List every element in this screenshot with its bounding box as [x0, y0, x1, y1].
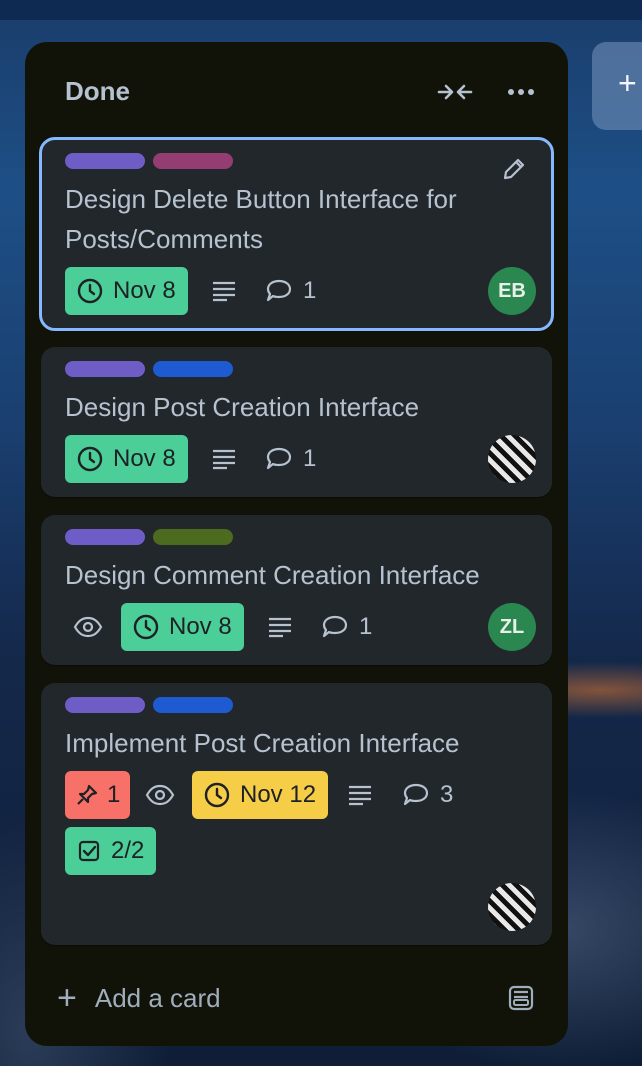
- label-magenta[interactable]: [153, 153, 233, 169]
- comment-icon: [266, 447, 292, 470]
- checklist-badge[interactable]: 2/2: [65, 827, 157, 875]
- card-badges: Nov 8 1: [65, 435, 525, 483]
- checklist-icon: [78, 840, 100, 862]
- due-date-text: Nov 8: [169, 613, 232, 640]
- card[interactable]: Design Post Creation Interface Nov 8 1: [41, 347, 552, 497]
- description-icon: [213, 449, 235, 470]
- priority-badge[interactable]: 1: [65, 771, 131, 819]
- card-badges-row2: 2/2: [65, 827, 265, 875]
- due-date-badge[interactable]: Nov 12: [192, 771, 329, 819]
- comment-count: 1: [303, 445, 317, 472]
- avatar[interactable]: [488, 435, 536, 483]
- priority-pin-icon: [77, 784, 98, 805]
- label-olive[interactable]: [153, 529, 233, 545]
- comment-icon: [403, 783, 429, 806]
- label-purple[interactable]: [65, 697, 145, 713]
- card-title: Design Post Creation Interface: [65, 392, 420, 422]
- create-from-template-button[interactable]: [503, 980, 539, 1016]
- comment-count: 3: [440, 781, 454, 808]
- due-date-badge[interactable]: Nov 8: [121, 603, 244, 651]
- add-card-button[interactable]: + Add a card: [57, 978, 277, 1018]
- comment-icon: [322, 615, 348, 638]
- collapse-list-button[interactable]: [435, 72, 475, 112]
- description-indicator: [267, 603, 293, 651]
- description-indicator: [347, 771, 373, 819]
- description-icon: [213, 281, 235, 302]
- more-horizontal-icon: [508, 89, 534, 95]
- comments-indicator: 1: [321, 603, 372, 651]
- description-icon: [349, 785, 371, 806]
- comments-indicator: 1: [265, 267, 316, 315]
- list-header: Done: [65, 72, 544, 112]
- avatar[interactable]: ZL: [488, 603, 536, 651]
- add-card-label: Add a card: [94, 982, 221, 1013]
- description-icon: [269, 617, 291, 638]
- card-title: Implement Post Creation Interface: [65, 728, 460, 758]
- comments-indicator: 3: [402, 771, 453, 819]
- label-blue[interactable]: [153, 697, 233, 713]
- card-badges: Nov 8 1: [65, 267, 525, 315]
- card[interactable]: Design Delete Button Interface for Posts…: [39, 137, 554, 331]
- plus-icon[interactable]: +: [618, 67, 642, 99]
- description-indicator: [211, 435, 237, 483]
- comment-icon: [266, 279, 292, 302]
- label-purple[interactable]: [65, 529, 145, 545]
- eye-icon: [145, 784, 175, 806]
- card-title: Design Comment Creation Interface: [65, 560, 480, 590]
- label-purple[interactable]: [65, 361, 145, 377]
- due-date-text: Nov 8: [113, 445, 176, 472]
- list-done: Done Design Delete Button Interface for …: [25, 42, 568, 1046]
- due-date-badge[interactable]: Nov 8: [65, 267, 188, 315]
- card[interactable]: Implement Post Creation Interface 1 Nov …: [41, 683, 552, 945]
- due-date-badge[interactable]: Nov 8: [65, 435, 188, 483]
- comment-count: 1: [303, 277, 317, 304]
- board-top-strip: [0, 0, 642, 20]
- comment-count: 1: [359, 613, 373, 640]
- comments-indicator: 1: [265, 435, 316, 483]
- watching-indicator: [73, 603, 103, 651]
- watching-indicator: [145, 771, 175, 819]
- card[interactable]: Design Comment Creation Interface Nov 8 …: [41, 515, 552, 665]
- card-title: Design Delete Button Interface for Posts…: [65, 184, 457, 254]
- card-badges: 1 Nov 12 3: [65, 771, 525, 819]
- checklist-progress: 2/2: [111, 837, 145, 864]
- avatar[interactable]: EB: [488, 267, 536, 315]
- clock-icon: [77, 278, 103, 304]
- list-title[interactable]: Done: [65, 76, 130, 107]
- clock-icon: [204, 782, 230, 808]
- plus-icon: +: [57, 979, 77, 1017]
- eye-icon: [73, 616, 103, 638]
- clock-icon: [133, 614, 159, 640]
- card-badges: Nov 8 1: [65, 603, 525, 651]
- due-date-text: Nov 8: [113, 277, 176, 304]
- description-indicator: [211, 267, 237, 315]
- list-menu-button[interactable]: [501, 72, 541, 112]
- clock-icon: [77, 446, 103, 472]
- due-date-text: Nov 12: [240, 781, 317, 808]
- label-blue[interactable]: [153, 361, 233, 377]
- label-purple[interactable]: [65, 153, 145, 169]
- collapse-arrows-icon: [437, 84, 473, 100]
- priority-count: 1: [107, 781, 121, 808]
- avatar[interactable]: [488, 883, 536, 931]
- card-template-icon: [508, 985, 534, 1011]
